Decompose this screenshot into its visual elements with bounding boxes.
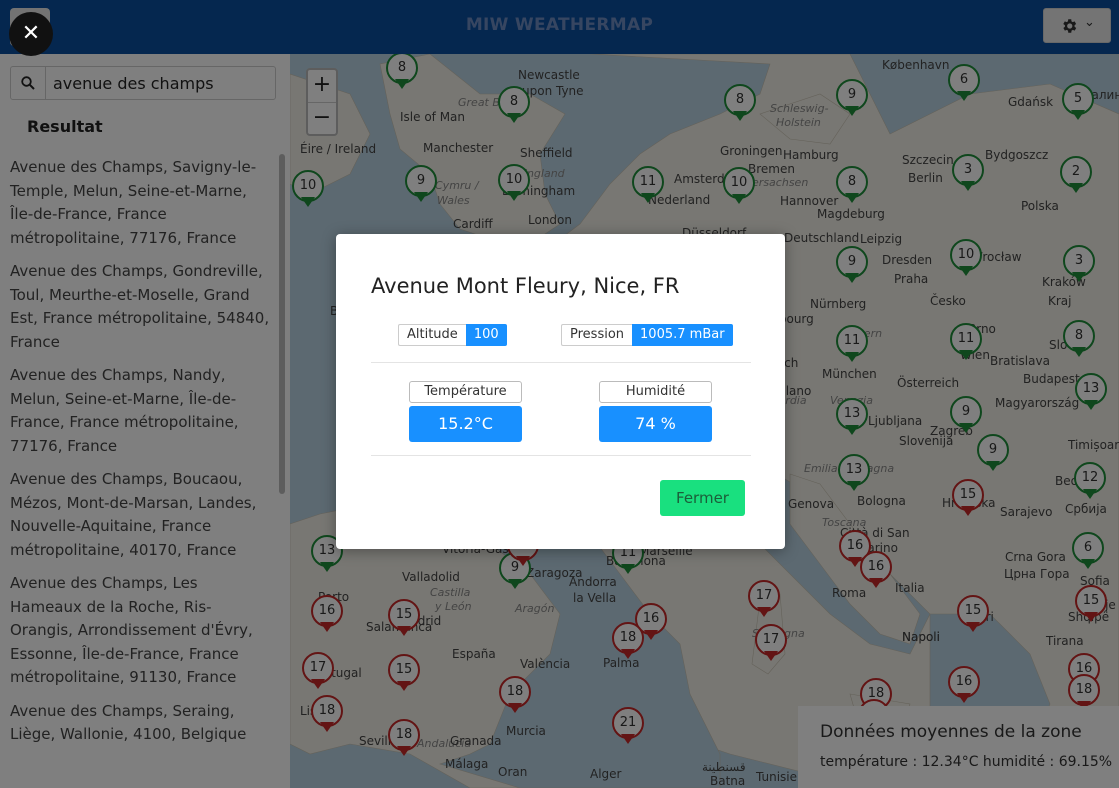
- close-overlay-button[interactable]: ✕: [9, 12, 53, 56]
- divider: [371, 455, 751, 456]
- temperature-value: 15.2°C: [409, 406, 522, 442]
- altitude-value: 100: [465, 324, 507, 346]
- pressure-tag: Pression 1005.7 mBar: [561, 324, 733, 346]
- temperature-metric: Température 15.2°C: [409, 381, 522, 442]
- divider: [371, 362, 751, 363]
- temperature-label: Température: [409, 381, 522, 403]
- pressure-label: Pression: [561, 324, 633, 346]
- humidity-value: 74 %: [599, 406, 712, 442]
- close-modal-button[interactable]: Fermer: [660, 480, 745, 516]
- humidity-metric: Humidité 74 %: [599, 381, 712, 442]
- altitude-tag: Altitude 100: [398, 324, 507, 346]
- humidity-label: Humidité: [599, 381, 712, 403]
- location-weather-modal: Avenue Mont Fleury, Nice, FR Altitude 10…: [336, 234, 785, 549]
- pressure-value: 1005.7 mBar: [632, 324, 733, 346]
- modal-title: Avenue Mont Fleury, Nice, FR: [371, 274, 680, 298]
- altitude-label: Altitude: [398, 324, 466, 346]
